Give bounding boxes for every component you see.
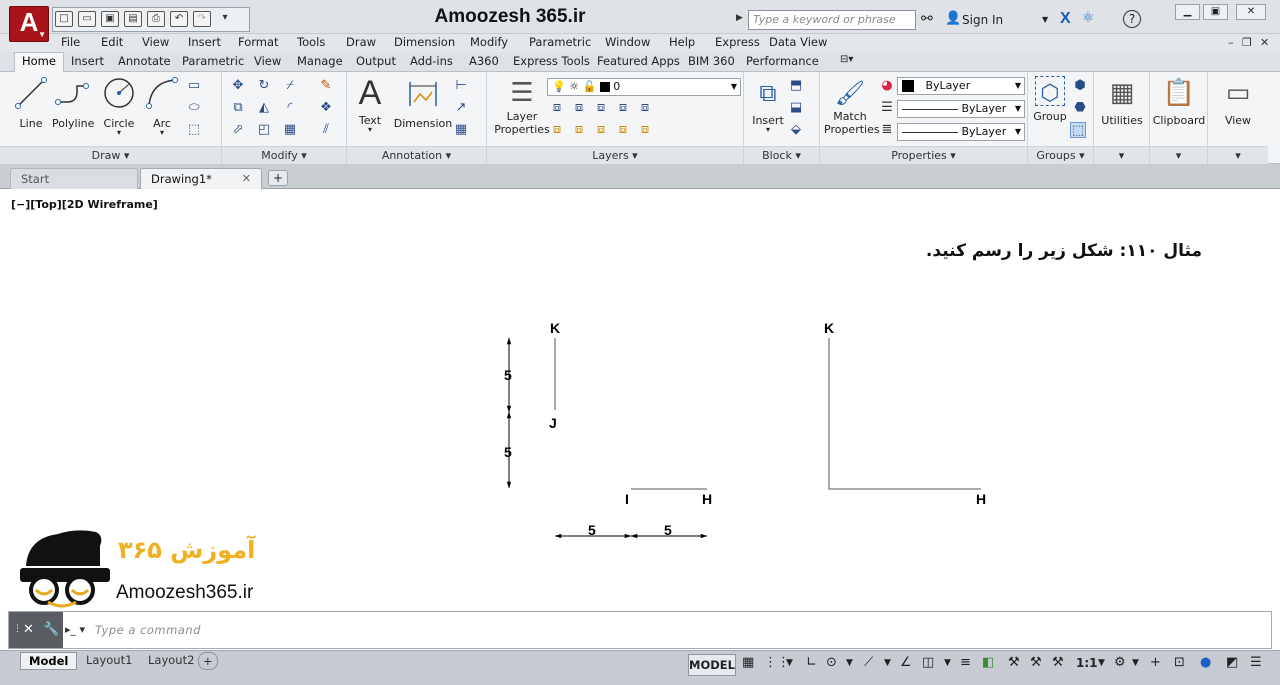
layout-tab-layout2[interactable]: Layout2	[140, 652, 202, 670]
layout-tab-model[interactable]: Model	[20, 652, 78, 670]
right-point-h-label: H	[976, 491, 986, 507]
command-line: ⋮ ✕ 🔧 ▸_ ▾ Type a command	[8, 611, 1272, 649]
dimension-v1-text: 5	[504, 367, 512, 383]
drawing-geometry: K J I H 5 5 5 5 K H آموزش ۳۶۵ Amoozesh36…	[20, 320, 986, 608]
object-snap-tracking-icon[interactable]: ∠	[900, 655, 912, 670]
grip-icon: ⋮	[13, 624, 22, 634]
status-bar: Model Layout1 Layout2 + MODEL ▦ ⋮⋮ ▼ ∟ ⊙…	[0, 650, 1280, 685]
amoozesh-logo: آموزش ۳۶۵ Amoozesh365.ir	[20, 530, 256, 608]
transparency-icon[interactable]: ◧	[982, 655, 994, 670]
point-h-label: H	[702, 491, 712, 507]
application-menu-button[interactable]: A ▼	[9, 6, 49, 42]
logo-text: Amoozesh365.ir	[116, 582, 254, 603]
annotation-scale-icon[interactable]: ⚒	[1052, 655, 1064, 670]
logo-persian-text: آموزش ۳۶۵	[118, 535, 256, 564]
close-icon[interactable]: ✕	[23, 622, 34, 637]
chevron-down-icon[interactable]: ▼	[1132, 658, 1139, 668]
units-icon[interactable]: ⊡	[1174, 655, 1185, 670]
annotation-monitor-icon[interactable]: +	[1150, 655, 1161, 670]
command-prompt-icon[interactable]: ▸_ ▾	[65, 623, 85, 636]
dimension-v2-text: 5	[504, 444, 512, 460]
model-space-toggle[interactable]: MODEL	[688, 654, 736, 676]
l-shape-polyline	[828, 338, 981, 490]
polar-icon[interactable]: ⊙	[826, 655, 837, 670]
lineweight-toggle-icon[interactable]: ≡	[960, 655, 971, 670]
chevron-down-icon: ▼	[38, 30, 46, 39]
point-k-label: K	[550, 320, 560, 336]
chevron-down-icon[interactable]: ▼	[1098, 658, 1105, 668]
chevron-down-icon[interactable]: ▼	[846, 658, 853, 668]
dimension-h1-text: 5	[588, 522, 596, 538]
hardware-acceleration-icon[interactable]: ●	[1200, 655, 1211, 670]
ortho-icon[interactable]: ∟	[806, 655, 817, 670]
right-point-k-label: K	[824, 320, 834, 336]
command-line-grip[interactable]: ⋮ ✕ 🔧	[9, 612, 63, 648]
grid-icon[interactable]: ▦	[742, 655, 754, 670]
add-layout-icon[interactable]: +	[198, 652, 218, 670]
chevron-down-icon[interactable]: ▼	[884, 658, 891, 668]
auto-scale-icon[interactable]: ⚒	[1030, 655, 1042, 670]
chevron-down-icon[interactable]: ▼	[786, 658, 793, 668]
customization-icon[interactable]: ☰	[1250, 655, 1262, 670]
isodraft-icon[interactable]: ⟋	[864, 655, 873, 670]
annotation-visibility-icon[interactable]: ⚒	[1008, 655, 1020, 670]
point-i-label: I	[625, 491, 629, 507]
app-letter: A	[19, 7, 39, 37]
dimension-h2-text: 5	[664, 522, 672, 538]
workspace-gear-icon[interactable]: ⚙	[1114, 655, 1126, 670]
object-snap-icon[interactable]: ◫	[922, 655, 934, 670]
annotation-scale-value[interactable]: 1:1	[1076, 656, 1098, 670]
isolate-objects-icon[interactable]: ◩	[1226, 655, 1238, 670]
point-j-label: J	[549, 415, 557, 431]
command-input[interactable]: Type a command	[95, 623, 201, 637]
layout-tab-layout1[interactable]: Layout1	[78, 652, 140, 670]
chevron-down-icon[interactable]: ▼	[944, 658, 951, 668]
wrench-icon[interactable]: 🔧	[43, 622, 59, 637]
